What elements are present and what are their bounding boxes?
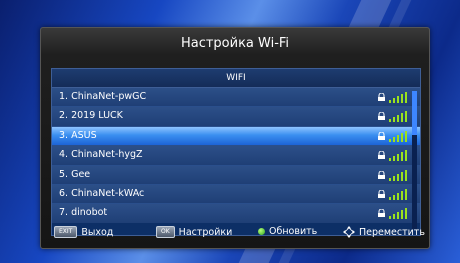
lock-icon <box>378 189 385 198</box>
network-row[interactable]: 1. ChinaNet-pwGC <box>52 88 420 108</box>
network-name: 1. ChinaNet-pwGC <box>59 91 147 102</box>
ok-key-icon: OK <box>156 226 175 238</box>
network-row-selected[interactable]: 3. ASUS <box>52 126 420 147</box>
lock-icon <box>378 93 385 101</box>
network-row[interactable]: 6. ChinaNet-kWAc <box>52 184 420 205</box>
refresh-hint[interactable]: Обновить <box>258 226 317 237</box>
green-dot-icon <box>258 228 265 235</box>
lock-icon <box>378 170 385 179</box>
exit-hint[interactable]: EXIT Выход <box>54 226 113 238</box>
list-scrollbar[interactable] <box>412 91 417 229</box>
wifi-signal-icon <box>389 130 407 142</box>
network-name: 2. 2019 LUCK <box>59 110 123 122</box>
wifi-signal-icon <box>389 208 407 220</box>
scrollbar-thumb[interactable] <box>412 91 417 135</box>
wifi-signal-icon <box>389 150 407 162</box>
navigation-arrows-icon <box>343 226 355 238</box>
wifi-signal-icon <box>389 188 407 200</box>
network-row[interactable]: 7. dinobot <box>52 204 420 223</box>
wifi-signal-icon <box>389 111 407 123</box>
settings-hint[interactable]: OK Настройки <box>156 226 232 238</box>
wifi-signal-icon <box>389 169 407 181</box>
network-name: 6. ChinaNet-kWAc <box>59 187 145 199</box>
refresh-label: Обновить <box>269 226 318 237</box>
list-header: WIFI <box>52 69 420 88</box>
wifi-settings-panel: Настройка Wi-Fi WIFI 1. ChinaNet-pwGC 2.… <box>40 27 430 249</box>
move-label: Переместить <box>359 226 425 238</box>
page-title: Настройка Wi-Fi <box>180 36 290 51</box>
lock-icon <box>378 131 385 140</box>
network-name: 5. Gee <box>59 168 91 180</box>
lock-icon <box>378 209 385 218</box>
network-row[interactable]: 5. Gee <box>52 165 420 185</box>
footer-hints: EXIT Выход OK Настройки Обновить Перемес… <box>40 222 428 244</box>
network-name: 7. dinobot <box>59 207 108 219</box>
network-row[interactable]: 2. 2019 LUCK <box>52 107 420 127</box>
network-name: 4. ChinaNet-hygZ <box>59 149 143 161</box>
settings-label: Настройки <box>178 226 233 238</box>
exit-label: Выход <box>81 226 114 238</box>
network-row[interactable]: 4. ChinaNet-hygZ <box>52 146 420 166</box>
lock-icon <box>378 112 385 121</box>
move-hint[interactable]: Переместить <box>343 226 425 238</box>
wifi-signal-icon <box>389 92 407 103</box>
wifi-network-list[interactable]: WIFI 1. ChinaNet-pwGC 2. 2019 LUCK 3. AS… <box>51 68 421 236</box>
lock-icon <box>378 151 385 160</box>
network-name: 3. ASUS <box>59 129 97 141</box>
exit-key-icon: EXIT <box>54 226 78 238</box>
